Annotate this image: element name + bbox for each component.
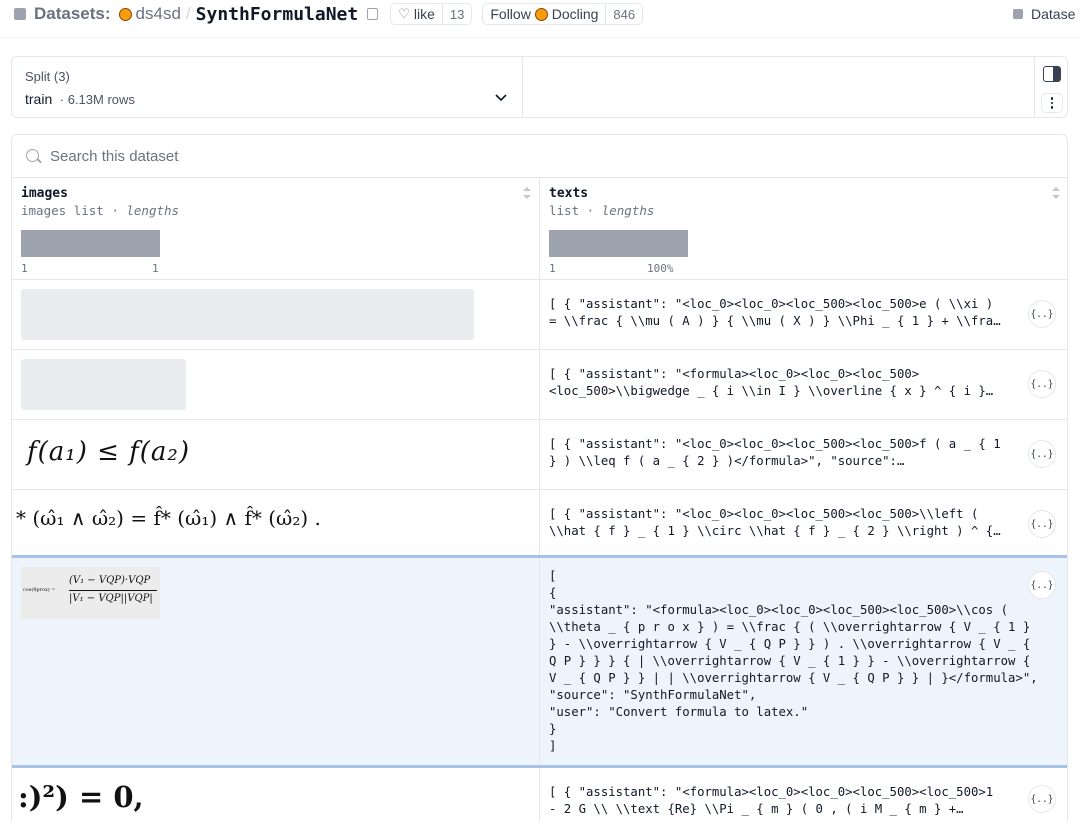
sort-icon[interactable] [522,186,532,200]
expand-json-button[interactable]: {..} [1028,370,1056,398]
expand-json-button[interactable]: {..} [1028,300,1056,328]
text-cell[interactable]: [ { "assistant": "<loc_0><loc_0><loc_500… [540,420,1067,489]
image-cell[interactable]: :)²) = 0, [12,768,540,821]
text-cell[interactable]: [ { "assistant": "<formula><loc_0><loc_0… [540,350,1067,419]
text-cell[interactable]: [ { "assistant": "<formula><loc_0><loc_0… [540,558,1067,765]
table-row[interactable]: f(a₁) ≤ f(a₂) [ { "assistant": "<loc_0><… [12,420,1067,490]
follow-label: Follow [490,6,531,22]
histogram-min: 1 [21,262,28,275]
dataset-nav-label: Datase [1031,6,1076,22]
panel-toggle-icon[interactable] [1043,66,1061,82]
formula-image-label: cos(θprox) = [23,587,56,593]
sort-icon[interactable] [1051,186,1061,200]
section-label: Datasets: [34,4,111,23]
column-type-dot: · [579,203,602,218]
formula-image-text: * (ω̂₁ ∧ ω̂₂) = f̂* (ω̂₁) ∧ f̂* (ω̂₂) . [16,506,321,530]
image-cell[interactable]: * (ω̂₁ ∧ ω̂₂) = f̂* (ω̂₁) ∧ f̂* (ω̂₂) . [12,490,540,555]
split-dropdown[interactable]: Split (3) train · 6.13M rows [12,57,523,117]
column-type-label: images list [21,203,104,218]
formula-image-numerator: (V₁ − VQP)·VQP [69,575,151,586]
follow-button[interactable]: Follow Docling 846 [482,3,644,25]
formula-image-text: f(a₁) ≤ f(a₂) [27,437,190,467]
cell-text: [ { "assistant": "<formula><loc_0><loc_0… [549,367,994,398]
image-cell[interactable]: f(a₁) ≤ f(a₂) [12,420,540,489]
follow-org: Docling [551,6,599,22]
dataset-viewer-table: images images list · lengths 1 1 texts l… [11,134,1068,821]
column-type: images list · lengths [21,203,179,218]
path-separator: / [185,4,191,23]
expand-json-button[interactable]: {..} [1028,571,1056,599]
cell-text: [ { "assistant": "<loc_0><loc_0><loc_500… [549,437,1001,468]
dataset-title-row: Datasets: ds4sd / SynthFormulaNet ♡ like … [14,3,653,25]
table-row[interactable]: * (ω̂₁ ∧ ω̂₂) = f̂* (ω̂₁) ∧ f̂* (ω̂₂) . … [12,490,1067,556]
column-name: texts [549,186,589,201]
formula-image[interactable] [21,359,186,410]
column-type: list · lengths [549,203,654,218]
split-value: train · 6.13M rows [25,91,135,107]
like-count: 13 [441,4,471,24]
table-row-selected[interactable]: cos(θprox) = (V₁ − VQP)·VQP |V₁ − VQP||V… [12,555,1067,768]
column-type-dot: · [103,203,127,218]
split-selector-panel: Split (3) train · 6.13M rows [11,56,1068,118]
search-icon [26,149,39,162]
dataset-header: Datasets: ds4sd / SynthFormulaNet ♡ like … [0,0,1080,38]
follow-org-avatar-icon [534,7,548,21]
table-row[interactable]: [ { "assistant": "<loc_0><loc_0><loc_500… [12,280,1067,350]
column-type-extra: lengths [601,203,655,218]
text-cell[interactable]: [ { "assistant": "<loc_0><loc_0><loc_500… [540,490,1067,555]
org-link[interactable]: ds4sd [136,4,181,24]
cell-text-expanded: [ { "assistant": "<formula><loc_0><loc_0… [549,569,1038,753]
text-cell[interactable]: [ { "assistant": "<loc_0><loc_0><loc_500… [540,280,1067,349]
copy-icon[interactable] [367,8,379,20]
split-name: train [25,91,53,107]
heart-icon: ♡ [398,6,410,21]
histogram-bar[interactable] [21,230,160,257]
more-options-button[interactable] [1041,93,1063,113]
repo-name[interactable]: SynthFormulaNet [196,4,359,25]
column-type-label: list [549,203,580,218]
column-header-texts[interactable]: texts list · lengths 1 100% [540,178,1067,280]
formula-image[interactable]: f(a₁) ≤ f(a₂) [21,429,189,480]
formula-image-text: :)²) = 0, [18,780,144,814]
split-side-controls [1034,57,1069,117]
image-cell[interactable]: cos(θprox) = (V₁ − VQP)·VQP |V₁ − VQP||V… [12,558,540,765]
split-title: Split (3) [25,69,70,84]
expand-json-button[interactable]: {..} [1028,785,1056,813]
split-rows: 6.13M rows [67,92,135,107]
histogram-max: 1 [152,262,159,275]
database-icon [14,8,26,20]
column-header-images[interactable]: images images list · lengths 1 1 [12,178,540,280]
chevron-down-icon [495,94,507,102]
org-avatar-icon [118,7,132,21]
image-cell[interactable] [12,280,540,349]
column-type-extra: lengths [126,203,180,218]
cell-text: [ { "assistant": "<formula><loc_0><loc_0… [549,785,994,816]
cell-text: [ { "assistant": "<loc_0><loc_0><loc_500… [549,297,1001,328]
text-cell[interactable]: [ { "assistant": "<formula><loc_0><loc_0… [540,768,1067,821]
formula-image[interactable]: cos(θprox) = (V₁ − VQP)·VQP |V₁ − VQP||V… [21,567,160,619]
table-row[interactable]: [ { "assistant": "<formula><loc_0><loc_0… [12,350,1067,420]
histogram-max: 100% [647,262,674,275]
dataset-cube-icon [1013,9,1023,19]
fraction-line [69,590,157,591]
cell-text: [ { "assistant": "<loc_0><loc_0><loc_500… [549,507,1001,538]
search-input[interactable] [50,146,550,166]
formula-image[interactable] [21,289,474,340]
follow-count: 846 [605,4,642,24]
histogram-bar[interactable] [549,230,688,257]
search-bar [12,135,1067,178]
like-label: like [413,6,435,22]
image-cell[interactable] [12,350,540,419]
like-button[interactable]: ♡ like 13 [390,3,473,25]
column-name: images [21,186,68,201]
expand-json-button[interactable]: {..} [1028,440,1056,468]
split-dot: · [59,92,65,107]
formula-image-denominator: |V₁ − VQP||VQP| [69,593,153,604]
table-row[interactable]: :)²) = 0, [ { "assistant": "<formula><lo… [12,768,1067,821]
dataset-nav-link[interactable]: Datase [1013,3,1075,25]
expand-json-button[interactable]: {..} [1028,510,1056,538]
histogram-min: 1 [549,262,556,275]
